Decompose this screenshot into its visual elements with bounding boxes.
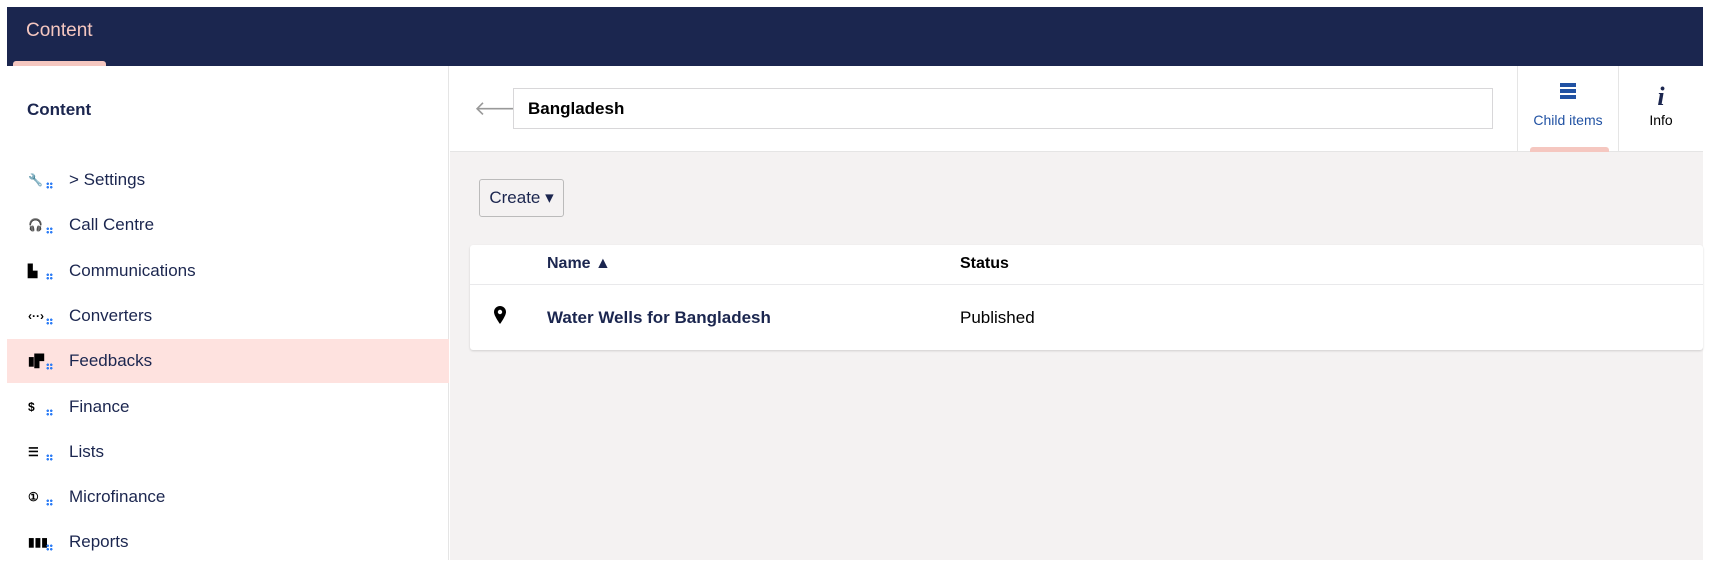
sidebar-item-label: Finance: [69, 396, 130, 416]
sidebar: Content 🔧 > Settings 🎧 Call Centre ▙ Communic…: [7, 66, 449, 560]
grid-dots-icon: [46, 408, 53, 416]
sidebar-item-label: Communications: [69, 260, 196, 280]
code-arrows-icon: ‹··›: [28, 306, 56, 328]
sidebar-item-label: Call Centre: [69, 215, 155, 235]
info-icon: i: [1657, 82, 1665, 111]
coins-icon: $: [28, 397, 56, 419]
sidebar-item-communications[interactable]: ▙ Communications: [7, 249, 449, 293]
sidebar-item-converters[interactable]: ‹··› Converters: [7, 294, 449, 338]
grid-dots-icon: [46, 544, 53, 552]
inbox-icon: ▙: [28, 261, 56, 283]
active-app-indicator: [1530, 147, 1609, 152]
app-label: Child items: [1533, 112, 1603, 128]
sidebar-item-label: > Settings: [69, 170, 146, 189]
child-items-table: Name ▲ Status Water Wells for Bangladesh…: [470, 245, 1703, 350]
sidebar-item-label: Reports: [69, 532, 129, 552]
headset-icon: 🎧: [28, 215, 56, 237]
wrench-icon: 🔧: [28, 170, 56, 192]
grid-dots-icon: [46, 453, 53, 461]
table-row[interactable]: Water Wells for Bangladesh Published: [470, 286, 1703, 350]
sidebar-item-settings[interactable]: 🔧 > Settings: [7, 158, 449, 202]
feedback-icon: ▮▛: [28, 351, 56, 373]
sidebar-item-call-centre[interactable]: 🎧 Call Centre: [7, 203, 449, 247]
sidebar-item-label: Feedbacks: [69, 351, 153, 371]
app-info[interactable]: i Info: [1618, 66, 1703, 152]
list-icon: [1518, 82, 1618, 108]
column-header-name[interactable]: Name ▲: [547, 255, 611, 273]
numbered-list-icon: ☰: [28, 442, 56, 464]
top-header: Content: [7, 7, 1703, 66]
sidebar-item-feedbacks[interactable]: ▮▛ Feedbacks: [7, 339, 449, 384]
sidebar-item-microfinance[interactable]: ① Microfinance: [7, 475, 449, 519]
grid-dots-icon: [46, 317, 53, 325]
sidebar-item-finance[interactable]: $ Finance: [7, 385, 449, 429]
grid-dots-icon: [46, 363, 53, 371]
node-name-input[interactable]: [513, 88, 1493, 129]
sidebar-title: Content: [27, 100, 92, 119]
sidebar-item-lists[interactable]: ☰ Lists: [7, 430, 449, 474]
sidebar-item-label: Converters: [69, 305, 153, 325]
books-icon: ▮▮▮: [28, 532, 56, 554]
create-button[interactable]: Create ▾: [479, 179, 564, 217]
section-tab-content[interactable]: Content: [26, 20, 93, 42]
coin-icon: ①: [28, 487, 56, 509]
grid-dots-icon: [46, 182, 53, 189]
app-label: Info: [1649, 112, 1673, 128]
sidebar-item-reports[interactable]: ▮▮▮ Reports: [7, 520, 449, 564]
app-child-items[interactable]: Child items: [1517, 66, 1618, 152]
editor-header: 🡐 Child items i Info: [450, 66, 1703, 152]
column-header-status[interactable]: Status: [960, 255, 1009, 273]
sidebar-item-label: Lists: [69, 441, 104, 461]
grid-dots-icon: [46, 227, 53, 235]
table-header: Name ▲ Status: [470, 245, 1703, 285]
main-panel: 🡐 Child items i Info Create ▾ Name ▲ Sta…: [450, 66, 1703, 560]
grid-dots-icon: [46, 272, 53, 280]
row-status: Published: [960, 308, 1035, 327]
grid-dots-icon: [46, 499, 53, 507]
map-pin-icon: [494, 306, 506, 329]
sidebar-item-label: Microfinance: [69, 487, 166, 507]
row-name-link[interactable]: Water Wells for Bangladesh: [547, 308, 771, 328]
